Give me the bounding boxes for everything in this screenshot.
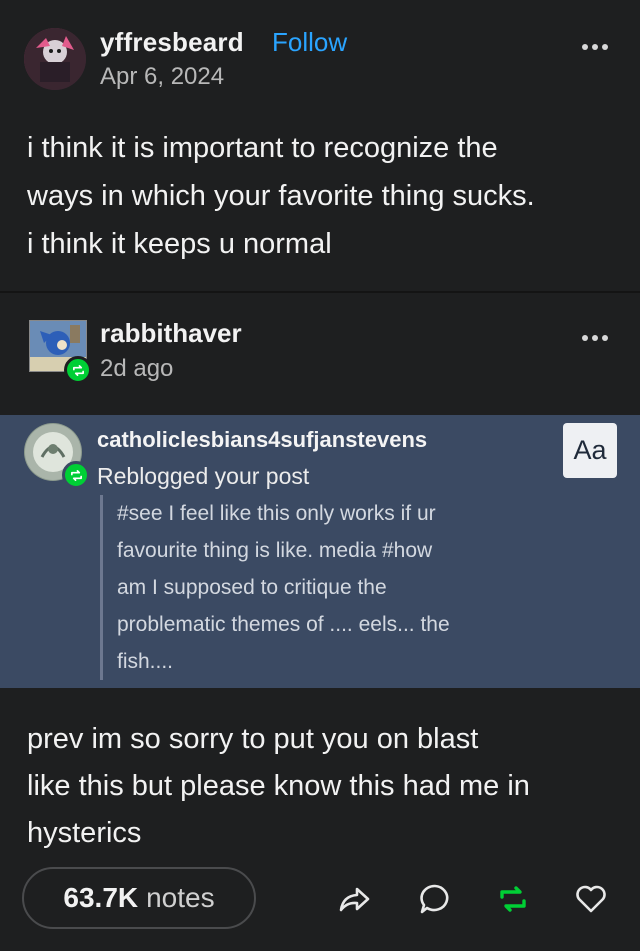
- notes-count: 63.7K: [63, 882, 139, 913]
- like-icon[interactable]: [574, 882, 608, 916]
- post-body-line: i think it is important to recognize the: [27, 132, 498, 164]
- quoted-tags: #see I feel like this only works if ur f…: [100, 495, 530, 680]
- reblogger-username[interactable]: rabbithaver: [100, 318, 242, 349]
- text-size-button[interactable]: Aa: [563, 423, 617, 478]
- notes-button[interactable]: 63.7K notes: [22, 867, 256, 929]
- notes-label: notes: [146, 882, 215, 913]
- share-icon[interactable]: [337, 882, 371, 916]
- post-footer: 63.7K notes: [0, 866, 640, 936]
- more-icon[interactable]: [582, 44, 608, 50]
- reblog-header: rabbithaver 2d ago: [0, 293, 640, 415]
- tag-line: favourite thing is like. media #how: [117, 539, 433, 562]
- tag-line: am I supposed to critique the: [117, 576, 387, 599]
- quoted-username[interactable]: catholiclesbians4sufjanstevens: [97, 427, 427, 453]
- reply-icon[interactable]: [418, 882, 452, 916]
- post-body-line: i think it keeps u normal: [27, 228, 332, 260]
- post-body: i think it is important to recognize the…: [27, 124, 617, 268]
- comment-line: like this but please know this had me in: [27, 770, 530, 802]
- reblog-badge-icon: [62, 461, 90, 489]
- tag-line: #see I feel like this only works if ur: [117, 502, 436, 525]
- tag-line: problematic themes of .... eels... the: [117, 613, 450, 636]
- comment-line: prev im so sorry to put you on blast: [27, 723, 479, 755]
- reblog-badge-icon: [64, 356, 92, 384]
- author-avatar[interactable]: [24, 28, 86, 90]
- post-body-line: ways in which your favorite thing sucks.: [27, 180, 535, 212]
- reblog-time: 2d ago: [100, 355, 174, 382]
- post-date: Apr 6, 2024: [100, 63, 225, 90]
- author-username[interactable]: yffresbeard: [100, 27, 244, 58]
- more-icon[interactable]: [582, 335, 608, 341]
- reblog-icon[interactable]: [496, 882, 530, 916]
- quoted-activity: catholiclesbians4sufjanstevens Reblogged…: [0, 415, 640, 688]
- reblog-comment: prev im so sorry to put you on blast lik…: [27, 716, 617, 857]
- quoted-action: Reblogged your post: [97, 463, 310, 489]
- post-header: yffresbeard Follow Apr 6, 2024: [0, 0, 640, 110]
- comment-line: hysterics: [27, 817, 142, 849]
- tag-line: fish....: [117, 650, 174, 673]
- follow-button[interactable]: Follow: [272, 27, 347, 58]
